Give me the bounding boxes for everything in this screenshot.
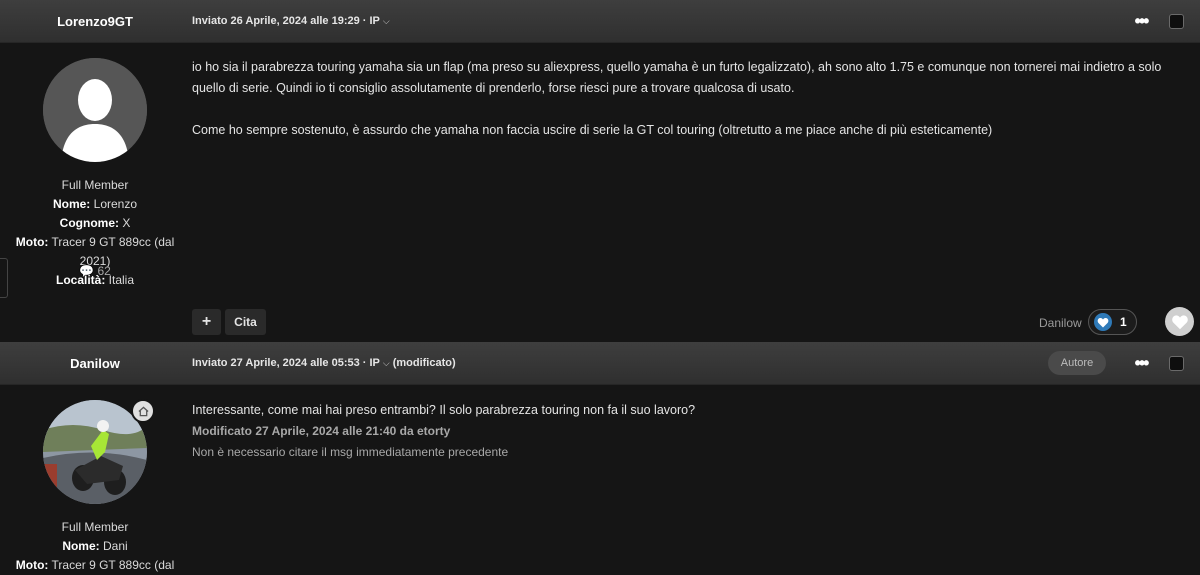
chevron-down-icon[interactable]: ⌵ (383, 358, 390, 369)
post-date[interactable]: Inviato 27 Aprile, 2024 alle 05:53 (192, 357, 360, 369)
ip-link[interactable]: · IP (363, 15, 380, 27)
ellipsis-icon[interactable]: ••• (1131, 11, 1151, 31)
post-meta: Inviato 27 Aprile, 2024 alle 05:53 · IP … (192, 342, 456, 384)
post-paragraph: io ho sia il parabrezza touring yamaha s… (192, 60, 1162, 95)
heart-reaction-icon (1094, 313, 1112, 331)
speech-bubble-icon: 💬 (79, 264, 95, 278)
avatar[interactable] (43, 58, 147, 162)
modified-label: (modificato) (392, 357, 456, 369)
select-post-checkbox[interactable] (1169, 14, 1184, 29)
select-post-checkbox[interactable] (1169, 356, 1184, 371)
edit-reason: Non è necessario citare il msg immediata… (192, 445, 509, 459)
post-paragraph: Come ho sempre sostenuto, è assurdo che … (192, 123, 993, 137)
field-nome: Nome: Lorenzo (52, 197, 138, 211)
member-group: Full Member (61, 520, 129, 534)
post-count[interactable]: 💬 62 (0, 264, 190, 278)
heart-icon (1171, 314, 1188, 329)
post-danilow: Danilow Inviato 27 Aprile, 2024 alle 05:… (0, 342, 1200, 574)
reaction-count: 1 (1120, 315, 1127, 329)
member-group: Full Member (61, 178, 129, 192)
author-sidebar: Full Member Nome: Dani Moto: Tracer 9 GT… (0, 384, 190, 575)
post-date[interactable]: Inviato 26 Aprile, 2024 alle 19:29 (192, 15, 360, 27)
author-name[interactable]: Danilow (0, 342, 190, 384)
reaction-summary[interactable]: 1 (1088, 309, 1137, 335)
post-paragraph: Interessante, come mai hai preso entramb… (192, 403, 696, 417)
multiquote-button[interactable]: + (192, 309, 221, 335)
post-header: Danilow Inviato 27 Aprile, 2024 alle 05:… (0, 342, 1200, 385)
post-header: Lorenzo9GT Inviato 26 Aprile, 2024 alle … (0, 0, 1200, 43)
post-body: Interessante, come mai hai preso entramb… (192, 400, 1187, 463)
post-lorenzo9gt: Lorenzo9GT Inviato 26 Aprile, 2024 alle … (0, 0, 1200, 342)
author-sidebar: Full Member Nome: Lorenzo Cognome: X Mot… (0, 42, 190, 290)
ip-link[interactable]: · IP (363, 357, 380, 369)
post-body: io ho sia il parabrezza touring yamaha s… (192, 57, 1187, 141)
field-nome: Nome: Dani (62, 539, 128, 553)
home-icon (131, 399, 155, 423)
reaction-user[interactable]: Danilow (1039, 316, 1082, 330)
author-name[interactable]: Lorenzo9GT (0, 0, 190, 42)
field-moto: Moto: Tracer 9 GT 889cc (dal (15, 558, 175, 572)
edit-note: Modificato 27 Aprile, 2024 alle 21:40 da… (192, 424, 451, 438)
field-cognome: Cognome: X (59, 216, 131, 230)
author-badge: Autore (1048, 351, 1106, 375)
ellipsis-icon[interactable]: ••• (1131, 353, 1151, 373)
post-meta: Inviato 26 Aprile, 2024 alle 19:29 · IP … (192, 0, 390, 42)
quote-button[interactable]: Cita (225, 309, 266, 335)
chevron-down-icon[interactable]: ⌵ (383, 16, 390, 27)
like-button[interactable] (1165, 307, 1194, 336)
